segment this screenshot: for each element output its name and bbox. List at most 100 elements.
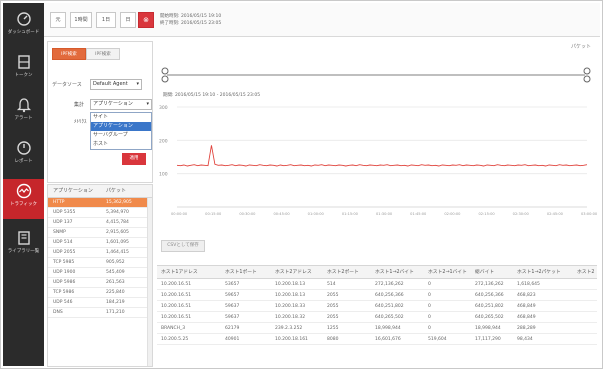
range-button-1d[interactable]: 1日 <box>96 12 116 28</box>
column-header[interactable]: ホスト2→1バイト <box>428 266 467 279</box>
y-tick-label: 100 <box>159 172 168 178</box>
app-name-cell: SNMP <box>53 230 66 235</box>
book-icon <box>17 231 30 245</box>
table-row[interactable]: UDP 546 184,219 <box>48 298 152 308</box>
table-cell: 16,601,676 <box>375 337 401 342</box>
table-cell: 1,618,645 <box>517 282 540 287</box>
table-cell: 2055 <box>327 293 339 298</box>
nav-item-report[interactable]: レポート <box>3 136 44 172</box>
table-body: HTTP 15,362,905 UDP 5355 5,394,970 UDP 137 4,… <box>48 198 152 318</box>
nav-item-library[interactable]: ライブラリ一覧 <box>3 226 44 262</box>
x-tick-label: 00:00:00 <box>171 212 188 216</box>
column-header[interactable]: ホスト1アドレス <box>161 266 198 279</box>
packet-count-cell: 905,952 <box>106 260 125 265</box>
table-cell: BRANCH_3 <box>161 326 186 331</box>
table-cell: 640,251,802 <box>475 304 504 309</box>
packet-count-cell: 184,219 <box>106 300 125 305</box>
timeline-slider-handle-left[interactable] <box>161 75 169 83</box>
table-cell: 10.200.18.161 <box>275 337 308 342</box>
nav-item-traffic[interactable]: トラフィック <box>3 179 44 219</box>
y-tick-label: 200 <box>159 138 168 144</box>
app-name-cell: UDP 5986 <box>53 280 76 285</box>
dropdown-option-selected[interactable]: アプリケーション <box>91 122 151 131</box>
packet-count-cell: 1,464,415 <box>106 250 129 255</box>
settings-button[interactable]: ⊗ <box>138 12 154 28</box>
packet-count-cell: 4,415,784 <box>106 220 129 225</box>
app-name-cell: UDP 1900 <box>53 270 76 275</box>
apply-button[interactable]: 適用 <box>122 153 146 165</box>
x-tick-label: 02:15:00 <box>479 212 496 216</box>
x-tick-label: 01:15:00 <box>342 212 359 216</box>
app-name-cell: DNS <box>53 310 63 315</box>
app-name-cell: HTTP <box>53 200 65 205</box>
column-header[interactable]: ホスト1→2パケット <box>517 266 561 279</box>
table-row[interactable]: 10.200.16.51 53657 10.200.18.13 514 272,136,… <box>157 279 597 290</box>
range-button-calendar[interactable]: 日 <box>120 12 136 28</box>
table-cell: 18,998,944 <box>375 326 401 331</box>
nav-label: ライブラリ一覧 <box>7 249 40 254</box>
column-header[interactable]: ホスト2アドレス <box>275 266 312 279</box>
datasource-select[interactable]: Default Agent ▾ <box>90 79 142 90</box>
column-header[interactable]: ホスト1ポート <box>225 266 257 279</box>
series-line <box>176 145 588 167</box>
table-row[interactable]: UDP 137 4,415,784 <box>48 218 152 228</box>
table-row[interactable]: 10.200.16.51 59637 10.200.18.33 2055 640,251… <box>157 301 597 312</box>
dropdown-option[interactable]: サーバグループ <box>91 131 151 140</box>
table-row[interactable]: DNS 171,210 <box>48 308 152 318</box>
range-button-custom[interactable]: 元 <box>50 12 66 28</box>
table-cell: 0 <box>428 282 431 287</box>
timeline-slider-handle-right[interactable] <box>583 67 591 75</box>
table-row[interactable]: 10.200.16.51 59657 10.200.18.13 2055 640,256… <box>157 290 597 301</box>
dropdown-option[interactable]: ホスト <box>91 140 151 149</box>
x-tick-label: 02:00:00 <box>444 212 461 216</box>
packet-count-cell: 545,409 <box>106 270 125 275</box>
table-cell: 10.200.18.32 <box>275 315 306 320</box>
group-select[interactable]: アプリケーション ▾ <box>90 99 152 110</box>
nav-item-alert[interactable]: アラート <box>3 93 44 129</box>
range-button-1h[interactable]: 1時間 <box>70 12 92 28</box>
table-row[interactable]: SNMP 2,915,605 <box>48 228 152 238</box>
nav-item-dashboard[interactable]: ダッシュボード <box>3 7 44 43</box>
table-row[interactable]: UDP 2055 1,464,415 <box>48 248 152 258</box>
table-row[interactable]: TCP 5986 225,840 <box>48 288 152 298</box>
table-header: ホスト1アドレス ホスト1ポート ホスト2アドレス ホスト2ポート ホスト1→2バイト ホ… <box>157 266 597 279</box>
column-header[interactable]: アプリケーション <box>53 185 93 198</box>
table-cell: 10.200.18.33 <box>275 304 306 309</box>
timeline-slider-handle-left[interactable] <box>161 67 169 75</box>
column-header[interactable]: 総バイト <box>475 266 494 279</box>
x-tick-label: 00:30:00 <box>239 212 256 216</box>
chevron-down-icon: ▾ <box>136 81 139 87</box>
table-row[interactable]: UDP 5986 261,563 <box>48 278 152 288</box>
dashboard-icon <box>16 12 31 26</box>
tab-ipf-search-2[interactable]: IPF検索 <box>86 48 120 60</box>
tab-ipf-search-1[interactable]: IPF検索 <box>52 48 86 60</box>
table-row[interactable]: HTTP 15,362,905 <box>48 198 152 208</box>
table-cell: 468,849 <box>517 315 536 320</box>
column-header[interactable]: ホスト2ポート <box>327 266 359 279</box>
table-row[interactable]: UDP 1900 545,409 <box>48 268 152 278</box>
table-cell: 10.200.16.51 <box>161 293 192 298</box>
table-row[interactable]: TCP 5985 905,952 <box>48 258 152 268</box>
y-tick-label: 300 <box>159 105 168 111</box>
packet-count-cell: 171,210 <box>106 310 125 315</box>
table-row[interactable]: BRANCH_3 62179 239.2.3.252 1255 18,998,944 0 1… <box>157 323 597 334</box>
export-csv-button[interactable]: CSVとして保存 <box>161 240 205 252</box>
table-cell: 272,136,262 <box>475 282 504 287</box>
table-row[interactable]: 10.200.16.51 59637 10.200.18.32 2055 640,265… <box>157 312 597 323</box>
table-row[interactable]: 10.200.5.25 40901 10.200.18.161 8080 16,601,… <box>157 334 597 345</box>
x-tick-label: 02:30:00 <box>513 212 530 216</box>
column-header[interactable]: ホスト2 <box>577 266 594 279</box>
packet-count-cell: 5,394,970 <box>106 210 129 215</box>
dropdown-option[interactable]: サイト <box>91 113 151 122</box>
table-cell: 0 <box>428 315 431 320</box>
scrollbar[interactable] <box>147 198 152 366</box>
table-row[interactable]: UDP 5355 5,394,970 <box>48 208 152 218</box>
column-header[interactable]: パケット <box>106 185 126 198</box>
group-value: アプリケーション <box>93 101 133 107</box>
column-header[interactable]: ホスト1→2バイト <box>375 266 414 279</box>
nav-item-server[interactable]: トークン <box>3 50 44 86</box>
table-cell: 10.200.18.13 <box>275 282 306 287</box>
timeline-slider-handle-right[interactable] <box>583 75 591 83</box>
table-row[interactable]: UDP 514 1,601,095 <box>48 238 152 248</box>
time-start: 開始時刻: 2016/05/15 19:10 <box>160 14 222 19</box>
